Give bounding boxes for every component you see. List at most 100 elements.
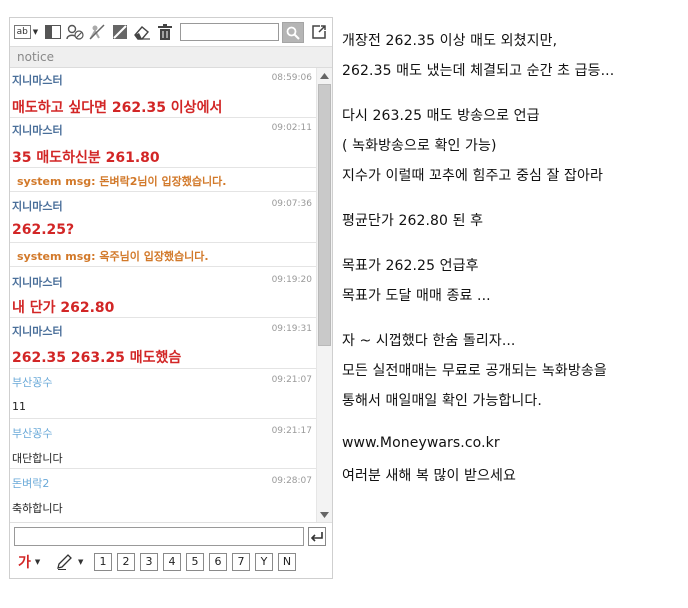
note-line: 목표가 262.25 언급후 (342, 258, 479, 274)
message-text: 대단합니다 (12, 452, 63, 465)
note-line: 평균단가 262.80 된 후 (342, 213, 484, 229)
search-button[interactable] (282, 22, 304, 43)
note-line: 지수가 이럴때 꼬추에 힘주고 중심 잘 잡아라 (342, 168, 603, 184)
pen-button[interactable]: ▼ (56, 553, 83, 571)
notice-label: notice (17, 50, 54, 64)
quick-button-2[interactable]: 2 (117, 553, 135, 571)
users-button[interactable] (66, 23, 84, 41)
sender-name: 부산꽁수 (12, 427, 53, 440)
chat-message-list[interactable]: 지니마스터 08:59:06 매도하고 싶다면 262.35 이상에서 지니마스… (10, 68, 316, 522)
note-line: 통해서 매일매일 확인 가능합니다. (342, 393, 542, 409)
scroll-up-button[interactable] (317, 68, 332, 83)
font-color-button[interactable]: 가 ▼ (18, 553, 40, 571)
text-style-button[interactable]: ab ▼ (13, 23, 39, 41)
eraser-button[interactable] (133, 23, 151, 41)
message-text: 축하합니다 (12, 502, 63, 515)
chat-message-input[interactable] (14, 527, 304, 546)
quick-button-7[interactable]: 7 (232, 553, 250, 571)
notice-bar: notice (10, 46, 332, 68)
message-text: 내 단가 262.80 (12, 300, 115, 316)
quick-button-1[interactable]: 1 (94, 553, 112, 571)
text-style-icon: ab (13, 25, 31, 39)
sender-name: 지니마스터 (12, 325, 63, 338)
note-line: 개장전 262.35 이상 매도 외쳤지만, (342, 33, 558, 49)
chat-message: 돈벼락2 09:28:07 축하합니다 (10, 469, 316, 522)
edit-slash-button[interactable] (111, 23, 129, 41)
message-time: 09:02:11 (271, 123, 312, 133)
message-time: 09:21:07 (271, 375, 312, 385)
chevron-down-icon: ▼ (34, 558, 41, 566)
sender-name: 지니마스터 (12, 200, 63, 213)
message-time: 09:21:17 (271, 426, 312, 436)
block-button[interactable] (88, 23, 106, 41)
sender-name: 부산꽁수 (12, 376, 53, 389)
chat-message: 지니마스터 09:02:11 35 매도하신분 261.80 (10, 118, 316, 168)
note-line: 다시 263.25 매도 방송으로 언급 (342, 108, 540, 124)
message-text: 11 (12, 400, 26, 413)
font-color-label: 가 (18, 555, 31, 571)
popout-button[interactable] (310, 23, 328, 41)
note-line: 262.35 매도 냈는데 체결되고 순간 초 급등... (342, 63, 615, 79)
note-line: 모든 실전매매는 무료로 공개되는 녹화방송을 (342, 363, 607, 379)
users-icon (66, 24, 84, 40)
message-text: 35 매도하신분 261.80 (12, 150, 160, 166)
trash-icon (158, 24, 172, 40)
chat-input-area: 가 ▼ ▼ 1 2 3 4 5 6 7 Y N (10, 522, 332, 578)
commentary-text: 개장전 262.35 이상 매도 외쳤지만, 262.35 매도 냈는데 체결되… (342, 0, 688, 608)
edit-slash-icon (113, 25, 127, 39)
sender-name: 지니마스터 (12, 74, 63, 87)
chat-message: 지니마스터 09:19:31 262.35 263.25 매도했슴 (10, 318, 316, 369)
layout-button[interactable] (44, 23, 62, 41)
search-icon (286, 26, 300, 40)
message-time: 09:07:36 (271, 199, 312, 209)
chat-message: 지니마스터 09:19:20 내 단가 262.80 (10, 268, 316, 318)
eraser-icon (134, 26, 150, 40)
note-line: www.Moneywars.co.kr (342, 435, 500, 451)
pen-icon (57, 554, 72, 570)
message-time: 09:19:31 (271, 324, 312, 334)
chat-panel: ab ▼ notice 지니마스터 08:59:06 매도하고 싶다면 262.… (9, 17, 333, 579)
system-message-text: system msg: 돈벼락2님이 입장했습니다. (17, 175, 227, 188)
system-message-text: system msg: 옥주님이 입장했습니다. (17, 250, 209, 263)
chevron-down-icon: ▼ (32, 28, 39, 36)
triangle-down-icon (320, 511, 329, 518)
chat-scrollbar[interactable] (316, 68, 332, 522)
quick-button-3[interactable]: 3 (140, 553, 158, 571)
triangle-up-icon (320, 72, 329, 79)
chat-message: 부산꽁수 09:21:07 11 (10, 369, 316, 419)
message-time: 08:59:06 (271, 73, 312, 83)
enter-icon (311, 531, 323, 542)
send-button[interactable] (308, 527, 326, 546)
note-line: 여러분 새해 복 많이 받으세요 (342, 468, 516, 484)
note-line: 목표가 도달 매매 종료 ... (342, 288, 491, 304)
sender-name: 돈벼락2 (12, 477, 50, 490)
message-text: 262.35 263.25 매도했슴 (12, 350, 182, 366)
chat-search-input[interactable] (180, 23, 279, 41)
sender-name: 지니마스터 (12, 124, 63, 137)
quick-button-y[interactable]: Y (255, 553, 273, 571)
layout-icon (45, 25, 61, 39)
delete-button[interactable] (157, 23, 173, 41)
chat-message: 부산꽁수 09:21:17 대단합니다 (10, 419, 316, 469)
chat-message: 지니마스터 08:59:06 매도하고 싶다면 262.35 이상에서 (10, 68, 316, 118)
scroll-thumb[interactable] (318, 84, 331, 346)
sender-name: 지니마스터 (12, 276, 63, 289)
popout-icon (312, 25, 326, 39)
quick-button-n[interactable]: N (278, 553, 296, 571)
quick-button-6[interactable]: 6 (209, 553, 227, 571)
chat-message: 지니마스터 09:07:36 262.25? (10, 192, 316, 243)
scroll-down-button[interactable] (317, 507, 332, 522)
chevron-down-icon: ▼ (78, 558, 84, 566)
note-line: 자 ~ 시껍했다 한숨 돌리자... (342, 333, 516, 349)
chat-toolbar: ab ▼ (10, 18, 332, 46)
message-text: 매도하고 싶다면 262.35 이상에서 (12, 100, 223, 116)
quick-button-5[interactable]: 5 (186, 553, 204, 571)
note-line: ( 녹화방송으로 확인 가능) (342, 138, 497, 154)
message-text: 262.25? (12, 222, 75, 238)
system-message: system msg: 돈벼락2님이 입장했습니다. (10, 168, 316, 192)
quick-button-4[interactable]: 4 (163, 553, 181, 571)
system-message: system msg: 옥주님이 입장했습니다. (10, 243, 316, 267)
message-time: 09:19:20 (271, 275, 312, 285)
block-icon (89, 24, 105, 40)
message-time: 09:28:07 (271, 476, 312, 486)
